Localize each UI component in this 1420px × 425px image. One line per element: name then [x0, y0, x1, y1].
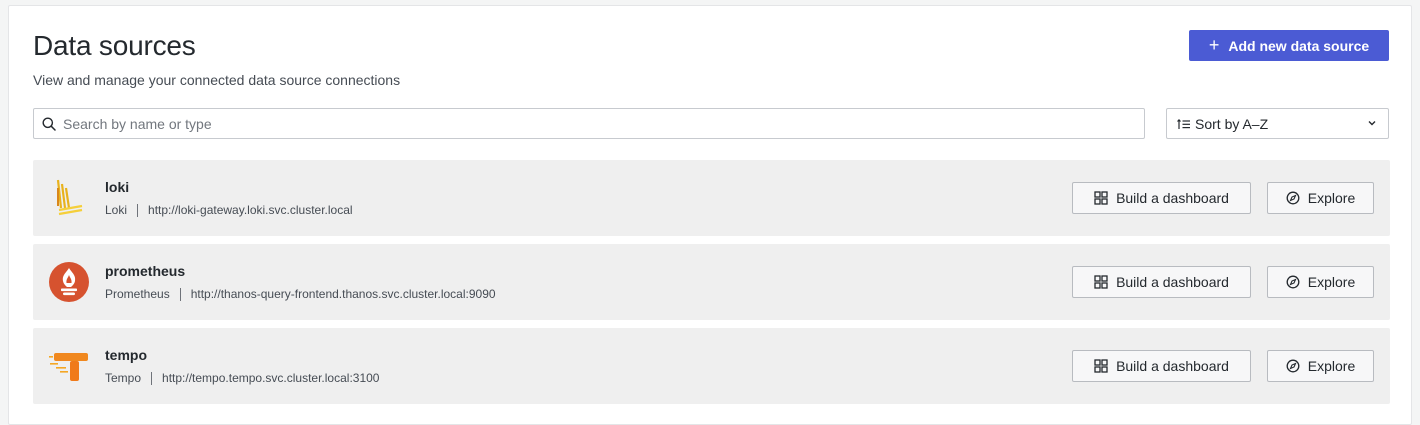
compass-icon: [1286, 191, 1300, 205]
plus-icon: +: [1208, 34, 1220, 55]
explore-label: Explore: [1307, 190, 1356, 206]
build-dashboard-button[interactable]: Build a dashboard: [1072, 182, 1251, 214]
data-source-meta: Prometheus http://thanos-query-frontend.…: [105, 287, 496, 301]
build-dashboard-label: Build a dashboard: [1116, 358, 1229, 374]
data-source-url: http://loki-gateway.loki.svc.cluster.loc…: [148, 203, 353, 217]
apps-grid-icon: [1094, 359, 1108, 373]
add-new-data-source-label: Add new data source: [1228, 37, 1370, 54]
data-source-type: Loki: [105, 203, 128, 217]
chevron-down-icon: [1367, 118, 1377, 128]
explore-button[interactable]: Explore: [1267, 182, 1374, 214]
data-source-name[interactable]: prometheus: [105, 263, 185, 279]
compass-icon: [1286, 275, 1300, 289]
data-source-url: http://tempo.tempo.svc.cluster.local:310…: [162, 371, 380, 385]
divider: [137, 203, 139, 217]
data-sources-panel: Data sources View and manage your connec…: [8, 5, 1412, 425]
explore-button[interactable]: Explore: [1267, 266, 1374, 298]
data-source-meta: Loki http://loki-gateway.loki.svc.cluste…: [105, 203, 353, 217]
build-dashboard-label: Build a dashboard: [1116, 274, 1229, 290]
apps-grid-icon: [1094, 275, 1108, 289]
prometheus-logo: [47, 260, 91, 304]
explore-button[interactable]: Explore: [1267, 350, 1374, 382]
build-dashboard-button[interactable]: Build a dashboard: [1072, 266, 1251, 298]
data-source-name[interactable]: tempo: [105, 347, 147, 363]
data-source-row-tempo[interactable]: tempo Tempo http://tempo.tempo.svc.clust…: [33, 328, 1390, 404]
divider: [151, 371, 153, 385]
data-source-meta: Tempo http://tempo.tempo.svc.cluster.loc…: [105, 371, 379, 385]
compass-icon: [1286, 359, 1300, 373]
build-dashboard-button[interactable]: Build a dashboard: [1072, 350, 1251, 382]
build-dashboard-label: Build a dashboard: [1116, 190, 1229, 206]
data-source-type: Tempo: [105, 371, 142, 385]
sort-select[interactable]: Sort by A–Z: [1166, 108, 1389, 139]
data-source-name[interactable]: loki: [105, 179, 129, 195]
page-subtitle: View and manage your connected data sour…: [33, 72, 401, 88]
data-source-row-prometheus[interactable]: prometheus Prometheus http://thanos-quer…: [33, 244, 1390, 320]
add-new-data-source-button[interactable]: + Add new data source: [1189, 30, 1389, 61]
explore-label: Explore: [1307, 358, 1356, 374]
search-input[interactable]: [63, 109, 1144, 138]
apps-grid-icon: [1094, 191, 1108, 205]
data-source-row-loki[interactable]: loki Loki http://loki-gateway.loki.svc.c…: [33, 160, 1390, 236]
sort-selected-value: Sort by A–Z: [1195, 115, 1269, 132]
search-box: [33, 108, 1145, 139]
sort-icon: [1177, 118, 1191, 130]
search-icon: [42, 117, 56, 131]
data-source-url: http://thanos-query-frontend.thanos.svc.…: [190, 287, 496, 301]
data-source-type: Prometheus: [105, 287, 170, 301]
explore-label: Explore: [1307, 274, 1356, 290]
tempo-logo: [47, 344, 91, 388]
loki-logo: [47, 176, 91, 220]
divider: [179, 287, 181, 301]
page-title: Data sources: [33, 30, 196, 61]
